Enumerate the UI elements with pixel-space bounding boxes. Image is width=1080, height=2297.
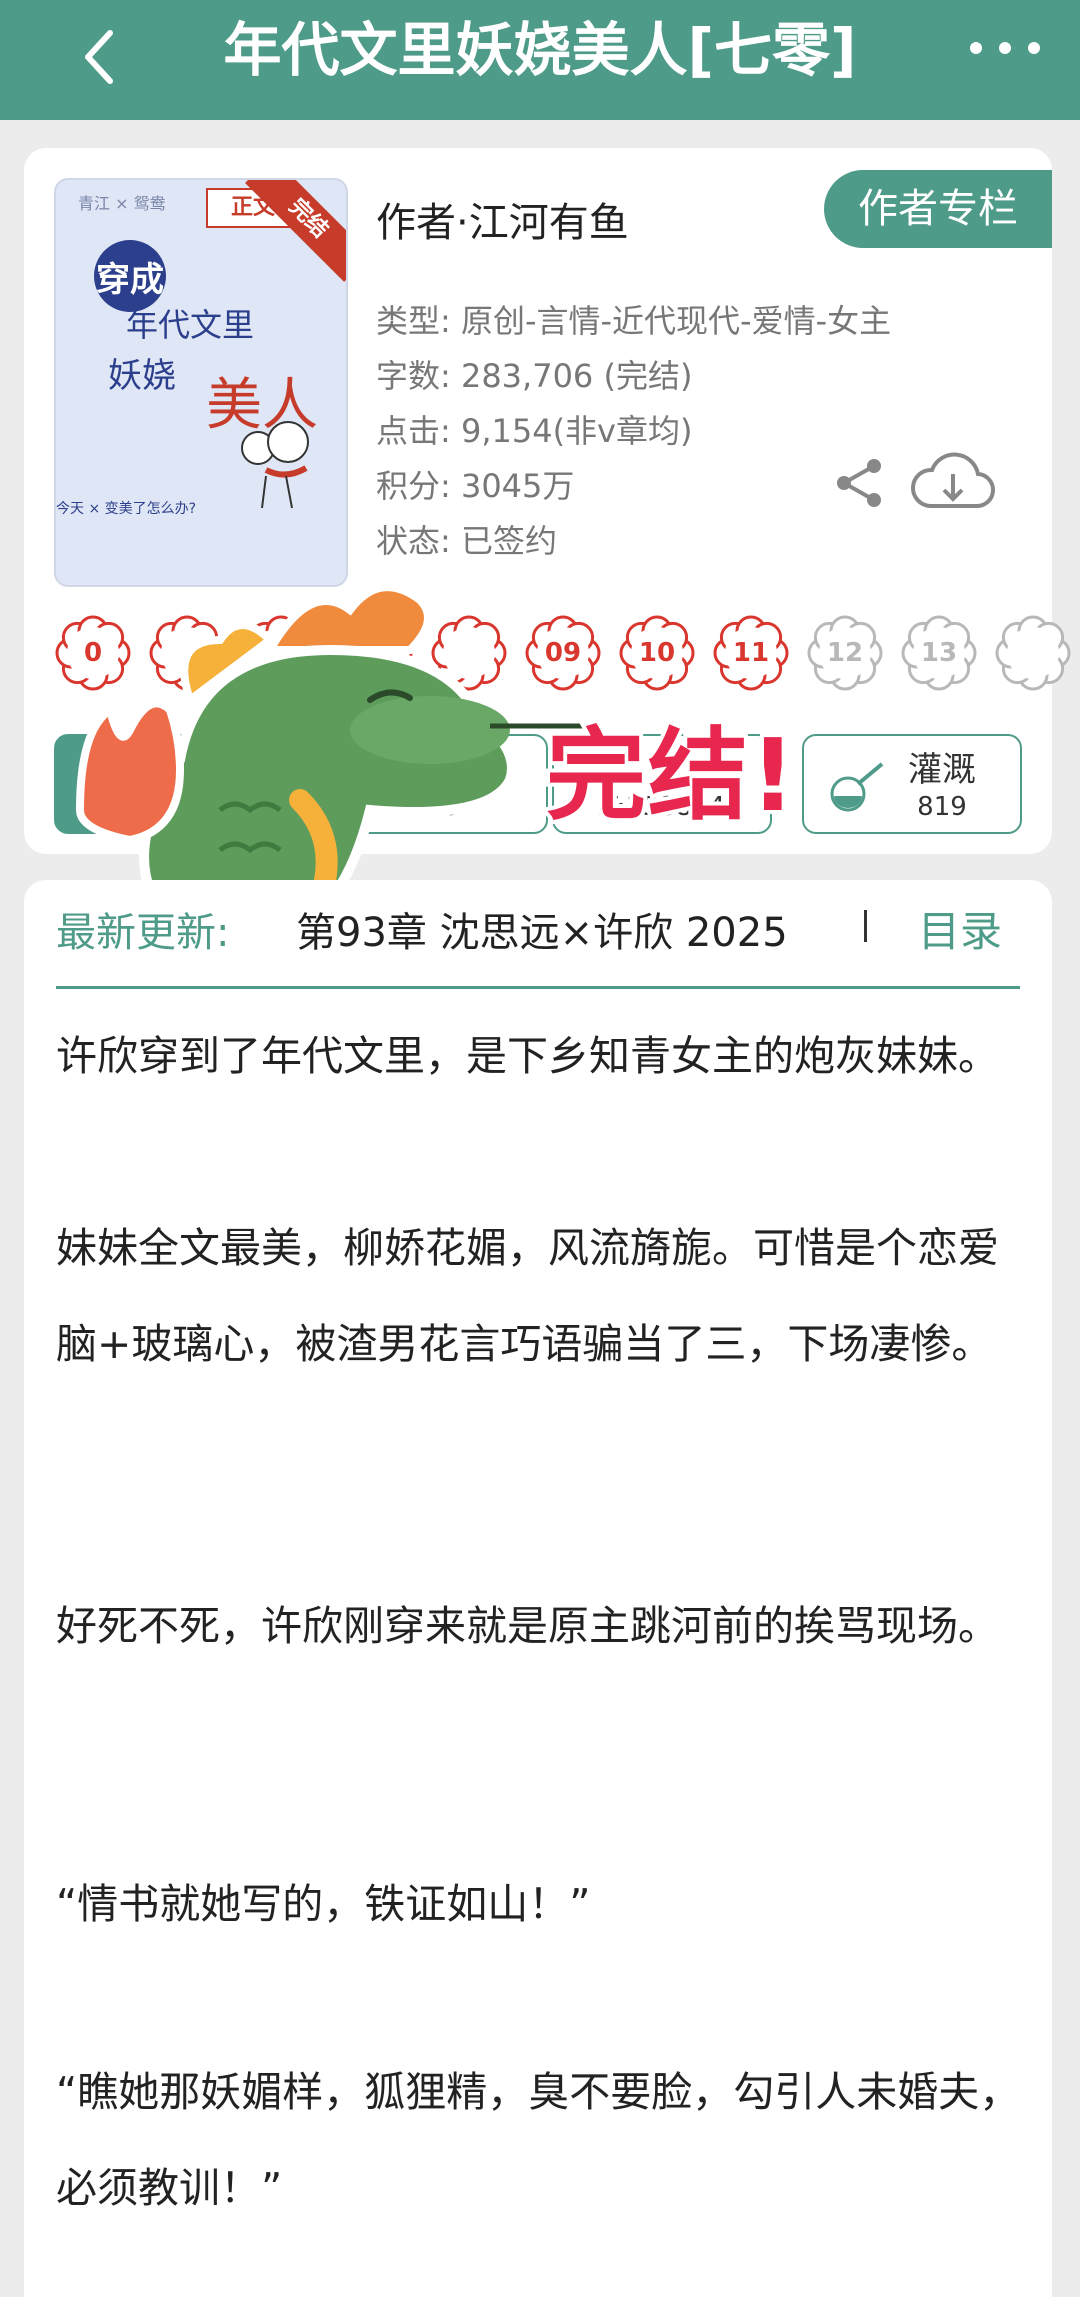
ellipsis-icon: [970, 42, 982, 54]
synopsis-card: 最新更新: 第93章 沈思远×许欣 2025 目录 许欣穿到了年代文里，是下乡知…: [24, 880, 1052, 2297]
share-icon[interactable]: [832, 456, 886, 510]
stick-figure-illustration: [241, 421, 309, 509]
chapter-chip[interactable]: 12: [806, 614, 884, 692]
top-app-bar: 年代文里妖娆美人[七零]: [0, 0, 1080, 120]
book-cover[interactable]: 青江 × 鸳鸯 正文 完结 穿成 年代文里 妖娆 美人 今天 × 变美了怎么办?: [54, 178, 348, 587]
chapter-chip[interactable]: 10: [618, 614, 696, 692]
nutrient-value: 819: [917, 792, 967, 822]
cover-top-text: 青江 × 鸳鸯: [78, 194, 166, 213]
table-of-contents-button[interactable]: 目录: [918, 898, 1002, 959]
download-icon[interactable]: [910, 448, 996, 518]
meta-clicks: 点击: 9,154(非v章均): [376, 412, 693, 450]
synopsis-paragraph: 妹妹全文最美，柳娇花媚，风流旖旎。可惜是个恋爱脑+玻璃心，被渣男花言巧语骗当了三…: [56, 1224, 999, 1368]
nutrient-button[interactable]: 灌溉 819: [802, 734, 1022, 834]
chapter-chip-label: 10: [638, 638, 676, 668]
author-column-button[interactable]: 作者专栏: [824, 170, 1052, 248]
cover-title-line3: 妖娆: [108, 356, 176, 396]
latest-update-label: 最新更新:: [56, 910, 230, 956]
chapter-chip[interactable]: 11: [712, 614, 790, 692]
sticker-text: 完结!: [542, 713, 800, 838]
chevron-left-icon: [85, 30, 113, 84]
chapter-chip[interactable]: [994, 614, 1072, 692]
meta-status: 状态: 已签约: [376, 522, 557, 560]
chapter-chip[interactable]: 13: [900, 614, 978, 692]
cover-bottom-text: 今天 × 变美了怎么办?: [56, 501, 197, 517]
divider: [56, 986, 1020, 989]
synopsis-paragraph: 好死不死，许欣刚穿来就是原主跳河前的挨骂现场。: [56, 1602, 999, 1650]
synopsis-paragraph: “情书就她写的，铁证如山！”: [56, 1880, 591, 1928]
page-title: 年代文里妖娆美人[七零]: [223, 16, 857, 84]
chapter-chip-label: [994, 614, 1072, 692]
nutrient-label: 灌溉: [908, 750, 976, 790]
meta-words: 字数: 283,706 (完结): [376, 357, 693, 395]
synopsis-paragraph: “瞧她那妖媚样，狐狸精，臭不要脸，勾引人未婚夫，必须教训！”: [56, 2068, 1021, 2212]
chapter-chip-label: 12: [826, 638, 864, 668]
separator: [864, 910, 867, 942]
chapter-chip-label: 13: [920, 638, 958, 668]
back-button[interactable]: [70, 22, 130, 92]
cover-title-line2: 年代文里: [126, 306, 255, 344]
synopsis-paragraph: 许欣穿到了年代文里，是下乡知青女主的炮灰妹妹。: [56, 1032, 999, 1080]
meta-score: 积分: 3045万: [376, 467, 575, 505]
latest-update-text[interactable]: 第93章 沈思远×许欣 2025: [296, 900, 876, 958]
more-button[interactable]: [970, 28, 1040, 68]
chapter-chip-label: 11: [732, 638, 770, 668]
author-name[interactable]: 作者·江河有鱼: [376, 190, 629, 248]
cover-ribbon: 完结: [245, 180, 346, 282]
meta-type: 类型: 原创-言情-近代现代-爱情-女主: [376, 302, 892, 340]
